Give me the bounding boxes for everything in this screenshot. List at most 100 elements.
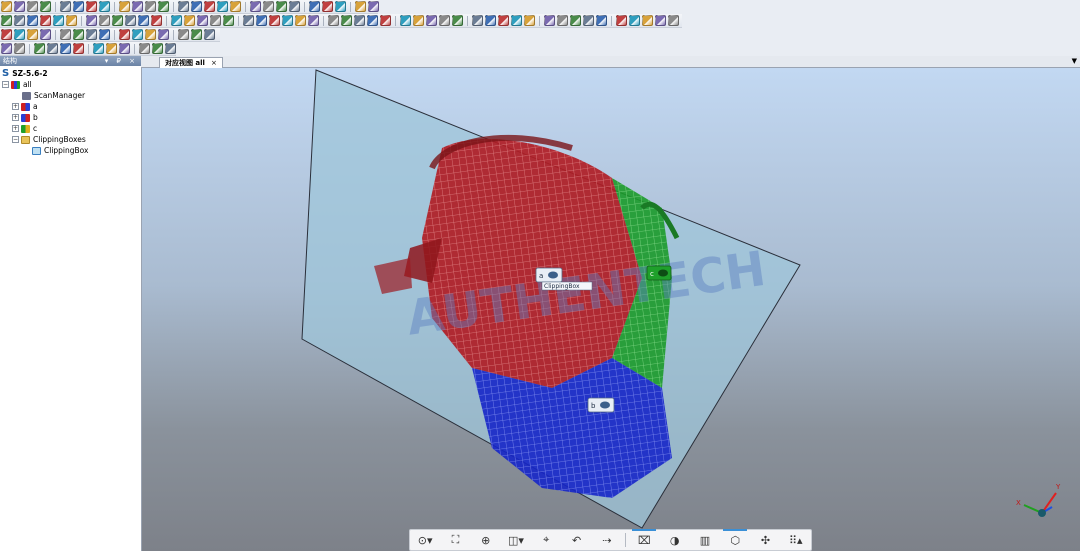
toolbar-tool-icon[interactable] <box>380 15 391 26</box>
toolbar-tool-icon[interactable] <box>99 15 110 26</box>
collapse-icon[interactable]: − <box>12 136 19 143</box>
walk-mode-button[interactable]: ⇢ <box>595 534 619 547</box>
toolbar-tool-icon[interactable] <box>230 1 241 12</box>
toolbar-tool-icon[interactable] <box>60 29 71 40</box>
toolbar-tool-icon[interactable] <box>53 15 64 26</box>
clipping-box-button[interactable]: ⌧ <box>632 528 657 547</box>
toolbar-tool-icon[interactable] <box>544 15 555 26</box>
rotate-button[interactable]: ⌖ <box>534 533 558 547</box>
toolbar-tool-icon[interactable] <box>1 15 12 26</box>
tree-item-clippingboxes[interactable]: − ClippingBoxes <box>12 134 86 145</box>
toolbar-tool-icon[interactable] <box>498 15 509 26</box>
scan-c-marker[interactable]: c <box>646 265 672 281</box>
toolbar-tool-icon[interactable] <box>125 15 136 26</box>
toolbar-tool-icon[interactable] <box>27 15 38 26</box>
toolbar-tool-icon[interactable] <box>308 15 319 26</box>
toolbar-tool-icon[interactable] <box>1 29 12 40</box>
toolbar-tool-icon[interactable] <box>354 15 365 26</box>
toolbar-tool-icon[interactable] <box>413 15 424 26</box>
toolbar-tool-icon[interactable] <box>119 29 130 40</box>
toolbar-tool-icon[interactable] <box>295 15 306 26</box>
toolbar-tool-icon[interactable] <box>276 1 287 12</box>
toolbar-tool-icon[interactable] <box>204 29 215 40</box>
toolbar-tool-icon[interactable] <box>250 1 261 12</box>
toolbar-tool-icon[interactable] <box>73 43 84 54</box>
toolbar-tool-icon[interactable] <box>99 1 110 12</box>
toolbar-tool-icon[interactable] <box>151 15 162 26</box>
toolbar-tool-icon[interactable] <box>629 15 640 26</box>
grid-display-button[interactable]: ⠿▴ <box>784 534 808 547</box>
toolbar-tool-icon[interactable] <box>158 29 169 40</box>
toolbar-tool-icon[interactable] <box>616 15 627 26</box>
toolbar-tool-icon[interactable] <box>524 15 535 26</box>
toolbar-tool-icon[interactable] <box>60 43 71 54</box>
toolbar-tool-icon[interactable] <box>367 15 378 26</box>
toolbar-tool-icon[interactable] <box>145 1 156 12</box>
scan-a-marker[interactable]: a <box>535 267 563 283</box>
toolbar-tool-icon[interactable] <box>570 15 581 26</box>
toolbar-tool-icon[interactable] <box>309 1 320 12</box>
toolbar-tool-icon[interactable] <box>165 43 176 54</box>
toolbar-tool-icon[interactable] <box>158 1 169 12</box>
expand-icon[interactable]: + <box>12 125 19 132</box>
toolbar-tool-icon[interactable] <box>184 15 195 26</box>
toolbar-tool-icon[interactable] <box>119 1 130 12</box>
toolbar-tool-icon[interactable] <box>106 43 117 54</box>
toolbar-tool-icon[interactable] <box>282 15 293 26</box>
toolbar-tool-icon[interactable] <box>152 43 163 54</box>
tree-item-a[interactable]: + a <box>12 101 38 112</box>
toolbar-tool-icon[interactable] <box>27 1 38 12</box>
cube-view-button[interactable]: ⬡ <box>723 528 748 547</box>
navigation-mode-button[interactable]: ⊙▾ <box>413 534 437 547</box>
toolbar-tool-icon[interactable] <box>452 15 463 26</box>
section-button[interactable]: ▥ <box>693 534 717 547</box>
toolbar-tool-icon[interactable] <box>511 15 522 26</box>
tree-item-project[interactable]: S SZ-5.6-2 <box>2 68 48 79</box>
toolbar-tool-icon[interactable] <box>14 43 25 54</box>
tab-list-dropdown-icon[interactable]: ▼ <box>1072 57 1077 65</box>
toolbar-tool-icon[interactable] <box>14 15 25 26</box>
toolbar-tool-icon[interactable] <box>47 43 58 54</box>
flip-view-button[interactable]: ↶ <box>565 534 589 547</box>
toolbar-tool-icon[interactable] <box>439 15 450 26</box>
toolbar-tool-icon[interactable] <box>655 15 666 26</box>
scan-b-marker[interactable]: b <box>587 397 615 413</box>
3d-viewport[interactable]: AUTHENTECH a ClippingBox c b Y X <box>142 68 1080 551</box>
toolbar-tool-icon[interactable] <box>263 1 274 12</box>
toolbar-tool-icon[interactable] <box>66 15 77 26</box>
toolbar-tool-icon[interactable] <box>1 1 12 12</box>
toolbar-tool-icon[interactable] <box>335 1 346 12</box>
toolbar-tool-icon[interactable] <box>40 1 51 12</box>
toolbar-tool-icon[interactable] <box>73 1 84 12</box>
expand-icon[interactable]: + <box>12 103 19 110</box>
tree-item-scanmanager[interactable]: ScanManager <box>22 90 85 101</box>
toolbar-tool-icon[interactable] <box>34 43 45 54</box>
toolbar-tool-icon[interactable] <box>217 1 228 12</box>
toolbar-tool-icon[interactable] <box>178 29 189 40</box>
toolbar-tool-icon[interactable] <box>328 15 339 26</box>
toolbar-tool-icon[interactable] <box>86 29 97 40</box>
tree-item-all[interactable]: − all <box>2 79 32 90</box>
clipping-plane-button[interactable]: ◑ <box>663 534 687 547</box>
toolbar-tool-icon[interactable] <box>596 15 607 26</box>
toolbar-tool-icon[interactable] <box>86 15 97 26</box>
toolbar-tool-icon[interactable] <box>138 15 149 26</box>
toolbar-tool-icon[interactable] <box>40 15 51 26</box>
toolbar-tool-icon[interactable] <box>400 15 411 26</box>
toolbar-tool-icon[interactable] <box>145 29 156 40</box>
toolbar-tool-icon[interactable] <box>557 15 568 26</box>
toolbar-tool-icon[interactable] <box>40 29 51 40</box>
toolbar-tool-icon[interactable] <box>485 15 496 26</box>
toolbar-tool-icon[interactable] <box>73 29 84 40</box>
toolbar-tool-icon[interactable] <box>668 15 679 26</box>
tree-item-c[interactable]: + c <box>12 123 37 134</box>
expand-icon[interactable]: + <box>12 114 19 121</box>
tree-item-clippingbox[interactable]: ClippingBox <box>32 145 88 156</box>
tree-item-b[interactable]: + b <box>12 112 38 123</box>
toolbar-tool-icon[interactable] <box>355 1 366 12</box>
toolbar-tool-icon[interactable] <box>289 1 300 12</box>
toolbar-tool-icon[interactable] <box>210 15 221 26</box>
toolbar-tool-icon[interactable] <box>341 15 352 26</box>
toolbar-tool-icon[interactable] <box>14 1 25 12</box>
toolbar-tool-icon[interactable] <box>119 43 130 54</box>
